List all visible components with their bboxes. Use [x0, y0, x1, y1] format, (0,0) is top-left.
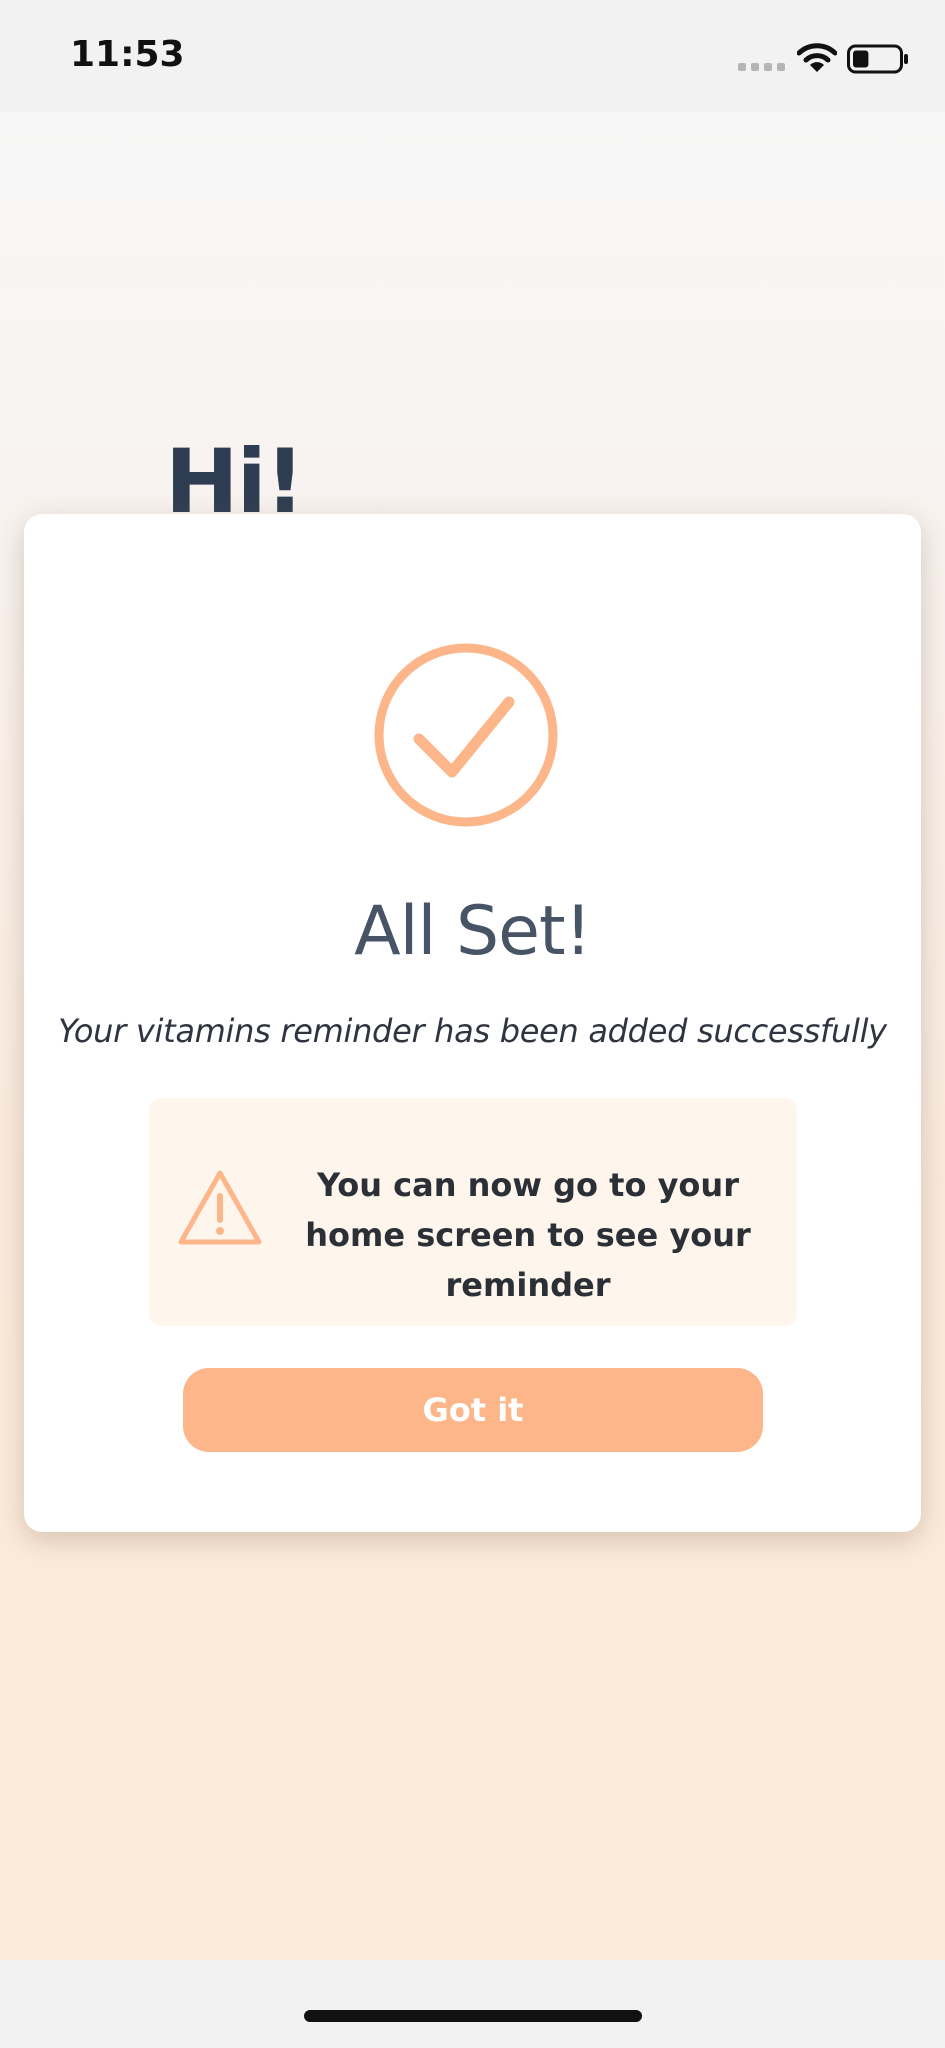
- notice-text: You can now go to your home screen to se…: [305, 1166, 751, 1304]
- warning-icon: [178, 1170, 262, 1245]
- got-it-button[interactable]: Got it: [183, 1368, 763, 1452]
- wifi-icon: [797, 43, 837, 72]
- status-bar: 11:53: [0, 0, 945, 112]
- home-indicator[interactable]: [304, 2010, 642, 2022]
- check-circle-icon: [374, 643, 558, 827]
- bottom-safe-area: [0, 1960, 945, 2048]
- signal-dots-icon: [738, 63, 785, 71]
- modal-subtitle: Your vitamins reminder has been added su…: [58, 1012, 887, 1050]
- status-time: 11:53: [70, 34, 185, 75]
- battery-icon: [847, 44, 908, 74]
- success-modal: All Set! Your vitamins reminder has been…: [24, 514, 921, 1532]
- notice-box: You can now go to your home screen to se…: [149, 1098, 797, 1326]
- modal-title: All Set!: [354, 892, 592, 971]
